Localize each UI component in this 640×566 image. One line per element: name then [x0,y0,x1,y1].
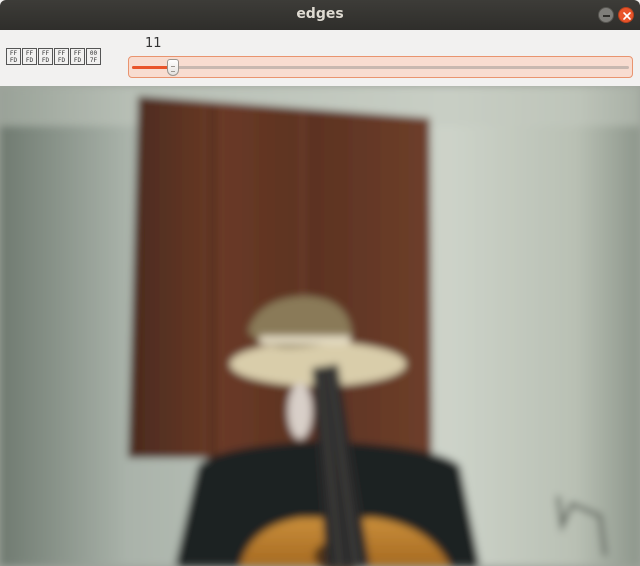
missing-glyph-icon: FF FD [22,48,37,65]
title-bar: edges [0,0,640,30]
minimize-icon [603,15,610,17]
missing-glyph-icon: FF FD [38,48,53,65]
camera-image [0,86,640,566]
trackbar-panel: FF FD FF FD FF FD FF FD FF FD 00 7F 11 [0,30,640,86]
close-icon [623,12,631,20]
slider-trough [132,66,629,69]
grip-icon [170,66,175,72]
close-button[interactable] [618,7,634,23]
trackbar-value: 11 [145,36,162,51]
window-title: edges [296,6,344,22]
missing-glyph-icon: 00 7F [86,48,101,65]
trackbar-label: FF FD FF FD FF FD FF FD FF FD 00 7F [6,48,101,65]
trackbar-slider[interactable] [128,56,633,78]
missing-glyph-icon: FF FD [6,48,21,65]
missing-glyph-icon: FF FD [70,48,85,65]
slider-handle[interactable] [166,59,179,76]
missing-glyph-icon: FF FD [54,48,69,65]
camera-frame-drawing [0,86,640,566]
minimize-button[interactable] [598,7,614,23]
